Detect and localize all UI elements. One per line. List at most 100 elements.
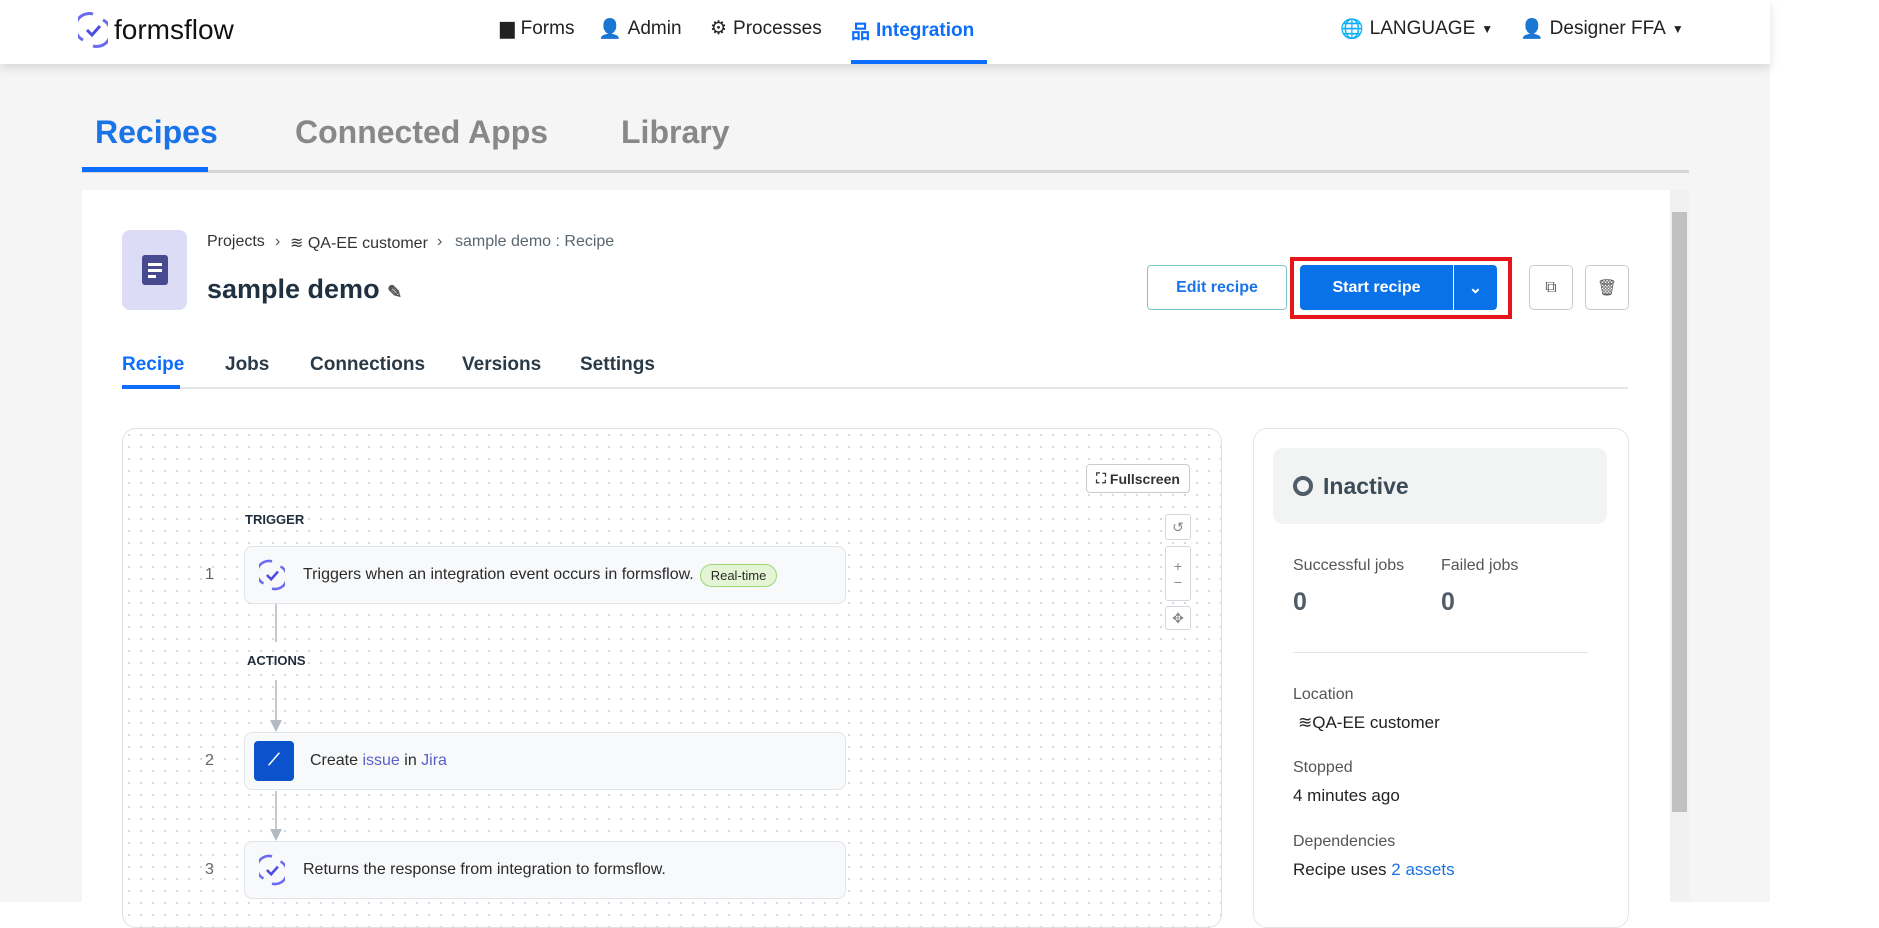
step-number: 1	[205, 566, 214, 583]
zoom-out-icon[interactable]: −	[1174, 574, 1182, 590]
nav-label: Admin	[627, 18, 682, 39]
step-text: Returns the response from integration to…	[303, 861, 666, 878]
nav-label: Forms	[520, 17, 575, 39]
subtab-settings[interactable]: Settings	[580, 354, 655, 376]
subtab-jobs[interactable]: Jobs	[225, 354, 269, 376]
tab-active-indicator	[82, 167, 208, 172]
logo-text: formsflow	[114, 14, 234, 45]
breadcrumb-projects[interactable]: Projects	[207, 233, 265, 251]
sitemap-icon: 品	[851, 22, 871, 43]
breadcrumb-current: sample demo : Recipe	[455, 233, 615, 250]
step-text: Create issue in Jira	[310, 752, 447, 770]
top-navbar: formsflow ▆ Forms 👤 Admin ⚙ Processes 品 Inte…	[0, 0, 1770, 64]
stopped-label: Stopped	[1293, 759, 1353, 776]
formsflow-logo-icon	[78, 12, 108, 48]
text-part: in	[399, 752, 422, 769]
language-label: LANGUAGE	[1369, 18, 1476, 39]
page-title: sample demo ✎	[207, 274, 402, 305]
dependencies-value: Recipe uses 2 assets	[1293, 860, 1455, 880]
stopped-value: 4 minutes ago	[1293, 786, 1400, 805]
globe-icon: 🌐	[1340, 19, 1364, 40]
subtab-recipe[interactable]: Recipe	[122, 354, 184, 376]
realtime-badge: Real-time	[699, 563, 778, 587]
user-dropdown[interactable]: 👤 Designer FFA ▼	[1520, 17, 1684, 41]
fit-view-button[interactable]: ✥	[1165, 606, 1191, 630]
breadcrumb-folder[interactable]: ≋ QA-EE customer	[290, 233, 428, 253]
tab-library[interactable]: Library	[621, 114, 729, 151]
chevron-right-icon: ›	[275, 233, 281, 250]
nav-active-indicator	[851, 60, 987, 64]
zoom-controls: + −	[1165, 546, 1191, 601]
copy-icon: ⧉	[1545, 278, 1557, 296]
chevron-right-icon: ›	[437, 233, 443, 250]
edit-recipe-button[interactable]: Edit recipe	[1147, 265, 1287, 310]
step-jira[interactable]: ⟋ Create issue in Jira	[244, 732, 846, 790]
trash-icon: 🗑	[1596, 279, 1618, 297]
pencil-icon[interactable]: ✎	[387, 282, 402, 302]
cogs-icon: ⚙	[710, 18, 728, 39]
text-part: Create	[310, 752, 363, 769]
zoom-in-icon[interactable]: +	[1174, 558, 1182, 574]
subtab-connections[interactable]: Connections	[310, 354, 425, 376]
status-badge: Inactive	[1273, 448, 1607, 524]
nav-label: Processes	[733, 17, 822, 39]
formsflow-icon	[259, 854, 285, 886]
layers-icon: ≋	[290, 235, 304, 252]
document-icon	[141, 255, 168, 285]
recipe-icon	[122, 230, 187, 310]
dependencies-label: Dependencies	[1293, 833, 1396, 850]
assets-link[interactable]: 2 assets	[1391, 860, 1454, 879]
divider	[1293, 652, 1588, 653]
expand-icon: ⛶	[1096, 470, 1106, 486]
arrow-down-icon	[270, 829, 282, 841]
subtab-versions[interactable]: Versions	[462, 354, 541, 376]
object-name: issue	[362, 752, 400, 769]
power-off-icon	[1293, 476, 1313, 496]
tab-recipes[interactable]: Recipes	[95, 114, 218, 151]
subtab-active-indicator	[122, 385, 180, 389]
nav-forms[interactable]: ▆ Forms	[500, 17, 574, 40]
nav-label: Integration	[876, 19, 975, 41]
nav-processes[interactable]: ⚙ Processes	[710, 17, 822, 40]
user-name: Designer FFA	[1549, 18, 1666, 39]
step-number: 3	[205, 861, 214, 878]
caret-down-icon: ▼	[1481, 22, 1494, 36]
app-name: Jira	[421, 752, 447, 769]
location-value[interactable]: ≋QA-EE customer	[1298, 713, 1440, 733]
step-text: Triggers when an integration event occur…	[303, 566, 694, 583]
step-response[interactable]: Returns the response from integration to…	[244, 841, 846, 899]
undo-icon: ↺	[1172, 518, 1184, 535]
folder-name: QA-EE customer	[307, 235, 428, 252]
move-icon: ✥	[1172, 609, 1184, 626]
user-icon: 👤	[1520, 19, 1544, 40]
nav-admin[interactable]: 👤 Admin	[598, 17, 682, 41]
trigger-label: TRIGGER	[245, 512, 305, 527]
language-dropdown[interactable]: 🌐 LANGUAGE ▼	[1340, 17, 1493, 41]
connector-line	[275, 680, 277, 720]
arrow-down-icon	[270, 720, 282, 732]
title-text: sample demo	[207, 274, 380, 304]
tab-divider	[82, 170, 1689, 173]
tab-connected-apps[interactable]: Connected Apps	[295, 114, 548, 151]
logo[interactable]: formsflow	[78, 10, 234, 50]
caret-down-icon: ▼	[1671, 22, 1684, 36]
jira-icon: ⟋	[254, 741, 294, 781]
step-trigger[interactable]: Triggers when an integration event occur…	[244, 546, 846, 604]
failed-jobs-count: 0	[1441, 588, 1455, 616]
file-icon: ▆	[500, 18, 515, 39]
layers-icon: ≋	[1298, 713, 1313, 732]
nav-integration[interactable]: 品 Integration	[851, 17, 974, 44]
formsflow-icon	[259, 559, 285, 591]
connector-line	[275, 791, 277, 829]
duplicate-button[interactable]: ⧉	[1529, 265, 1573, 310]
scrollbar-thumb[interactable]	[1672, 212, 1687, 812]
reset-zoom-button[interactable]: ↺	[1165, 514, 1191, 540]
step-number: 2	[205, 752, 214, 769]
successful-jobs-label: Successful jobs	[1293, 557, 1405, 574]
connector-line	[275, 604, 277, 642]
user-check-icon: 👤	[598, 19, 622, 40]
location-label: Location	[1293, 686, 1354, 703]
delete-button[interactable]: 🗑	[1585, 265, 1629, 310]
fullscreen-button[interactable]: ⛶ Fullscreen	[1086, 464, 1190, 493]
status-text: Inactive	[1323, 472, 1409, 499]
